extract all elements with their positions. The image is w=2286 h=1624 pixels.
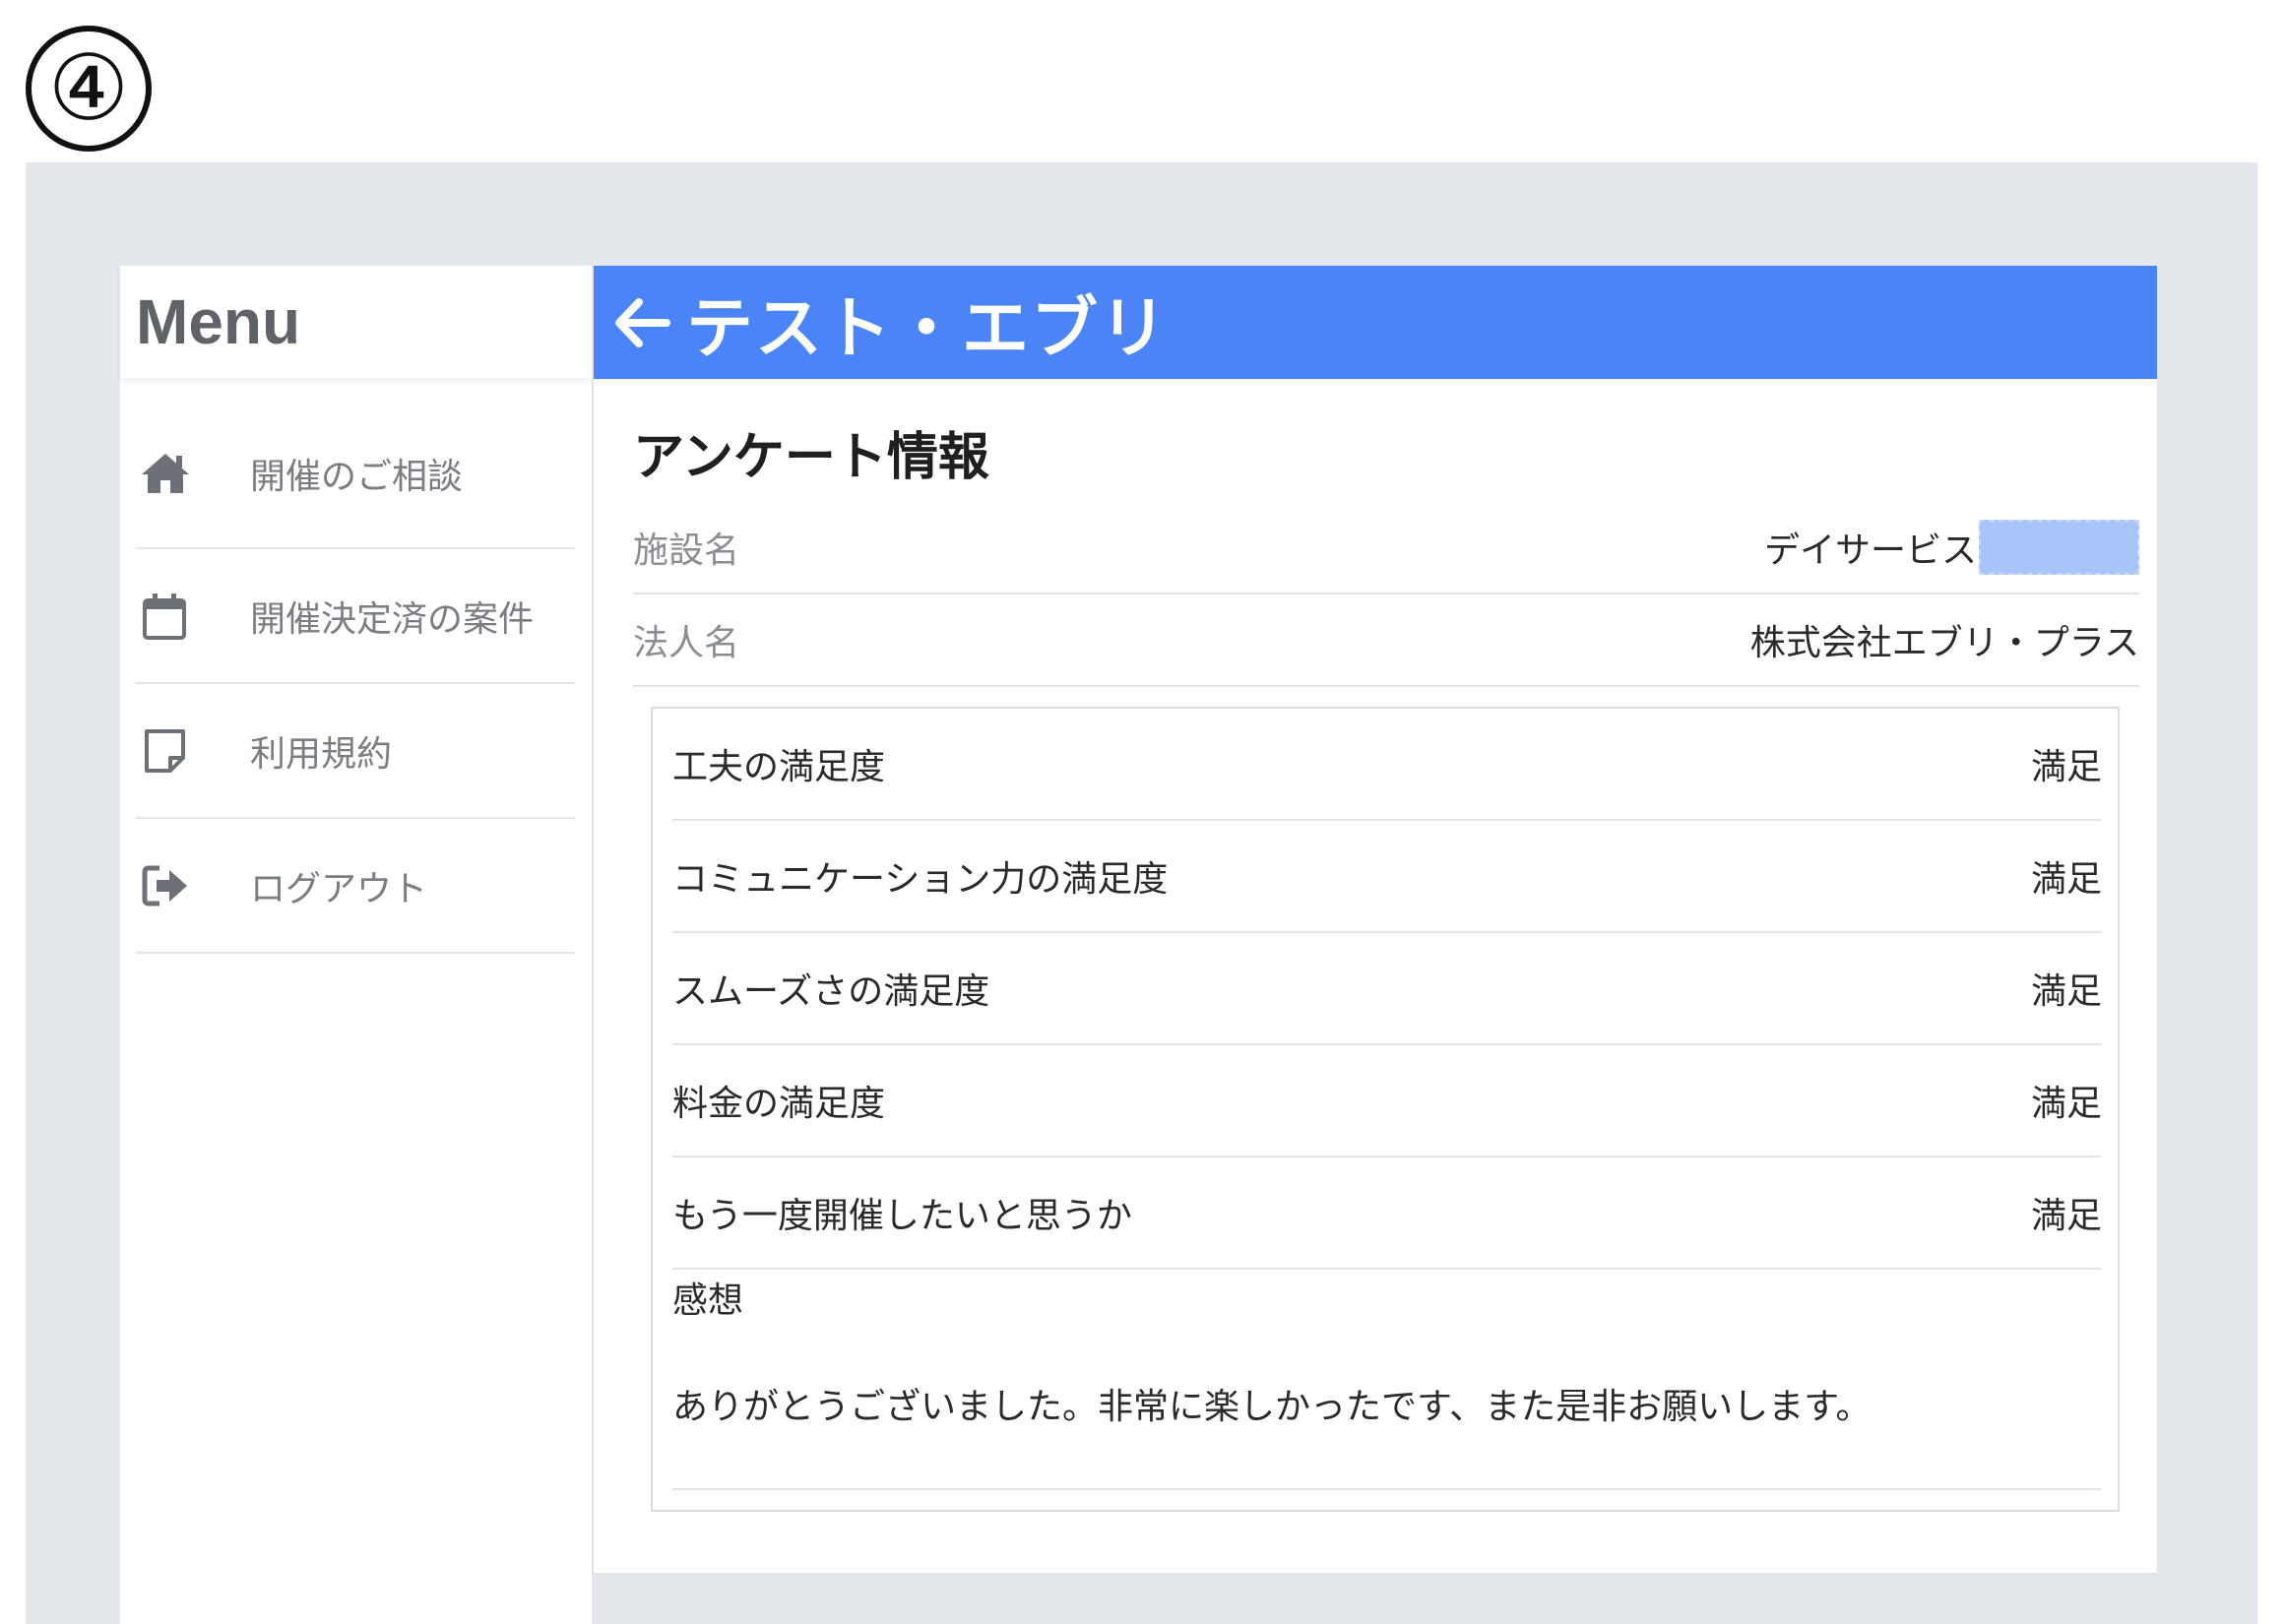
home-icon — [136, 444, 195, 503]
arrow-left-icon[interactable] — [609, 290, 674, 355]
note-icon — [136, 721, 195, 781]
survey-row: 料金の満足度 満足 — [672, 1045, 2102, 1157]
section-title: アンケート情報 — [633, 428, 989, 487]
facility-value: デイサービス — [1763, 531, 1977, 571]
survey-question: コミュニケーション力の満足度 — [672, 859, 1169, 900]
survey-answer: 満足 — [2030, 971, 2102, 1012]
survey-question: 工夫の満足度 — [672, 747, 886, 787]
corporation-row: 法人名 株式会社エブリ・プラス — [633, 594, 2139, 687]
sidebar-item-logout[interactable]: ログアウト — [136, 819, 575, 954]
sidebar-item-label: 開催のご相談 — [250, 457, 464, 497]
logout-icon — [136, 856, 195, 915]
survey-row: 工夫の満足度 満足 — [672, 709, 2102, 821]
survey-question: 料金の満足度 — [672, 1084, 886, 1124]
impression-text: ありがとうございました。非常に楽しかったです、また是非お願いします。 — [672, 1387, 1872, 1427]
facility-row: 施設名 デイサービス — [633, 502, 2139, 594]
survey-answer: 満足 — [2030, 859, 2102, 900]
sidebar-item-label: 開催決定済の案件 — [250, 598, 535, 640]
divider — [672, 1488, 2102, 1490]
survey-question: スムーズさの満足度 — [672, 971, 990, 1012]
page-header: テスト・エブリ — [594, 266, 2157, 379]
sidebar-item-label: ログアウト — [250, 868, 428, 909]
calendar-icon — [136, 587, 195, 646]
survey-row: もう一度開催したいと思うか 満足 — [672, 1157, 2102, 1270]
step-number-badge: ④ — [26, 26, 152, 152]
survey-answer: 満足 — [2030, 1084, 2102, 1124]
sidebar-title: Menu — [136, 286, 301, 357]
sidebar-menu: 開催のご相談 開催決定済の案件 利用規約 ログアウト — [120, 378, 592, 954]
sidebar-item-label: 利用規約 — [250, 733, 393, 775]
sidebar-item-consultation[interactable]: 開催のご相談 — [136, 378, 575, 549]
survey-answer: 満足 — [2030, 747, 2102, 787]
screen: ④ Menu 開催のご相談 開催決定済の案件 利用規約 ログアウト テスト・エブ… — [0, 0, 2286, 1624]
survey-answer: 満足 — [2030, 1196, 2102, 1236]
page-title: テスト・エブリ — [686, 290, 1170, 368]
facility-value-wrap: デイサービス — [1764, 520, 2139, 575]
sidebar-item-confirmed-cases[interactable]: 開催決定済の案件 — [136, 549, 575, 684]
survey-row: スムーズさの満足度 満足 — [672, 933, 2102, 1045]
survey-row: コミュニケーション力の満足度 満足 — [672, 821, 2102, 933]
facility-label: 施設名 — [633, 531, 740, 571]
survey-answers-card: 工夫の満足度 満足 コミュニケーション力の満足度 満足 スムーズさの満足度 満足… — [651, 707, 2120, 1512]
sidebar-item-terms[interactable]: 利用規約 — [136, 684, 575, 819]
sidebar: Menu 開催のご相談 開催決定済の案件 利用規約 ログアウト — [120, 266, 592, 1624]
corporation-label: 法人名 — [633, 623, 740, 663]
corporation-value: 株式会社エブリ・プラス — [1749, 623, 2139, 663]
sidebar-header: Menu — [120, 266, 592, 378]
impression-label: 感想 — [672, 1280, 744, 1321]
redacted-block — [1979, 520, 2139, 575]
survey-question: もう一度開催したいと思うか — [672, 1196, 1132, 1236]
main-content: テスト・エブリ アンケート情報 施設名 デイサービス 法人名 株式会社エブリ・プ… — [592, 266, 2157, 1575]
